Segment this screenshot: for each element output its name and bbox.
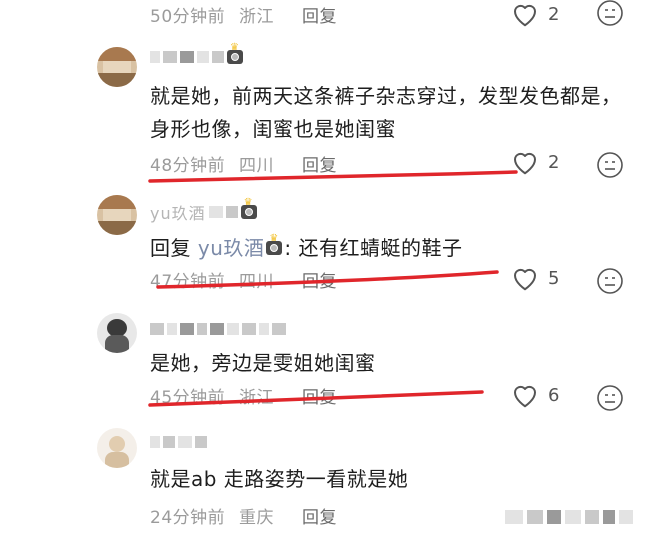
camera-crown-badge-icon: ♛ <box>266 234 283 255</box>
heart-icon <box>514 268 536 291</box>
heart-icon <box>514 385 536 408</box>
username-blurred[interactable]: ♛ <box>150 43 243 68</box>
comment-time: 47分钟前 <box>150 272 226 292</box>
camera-crown-badge-icon: ♛ <box>240 198 257 219</box>
reply-button[interactable]: 回复 <box>302 7 337 27</box>
like-count: 6 <box>548 384 560 406</box>
comment-text: 就是她，前两天这条裤子杂志穿过，发型发色都是，身形也像，闺蜜也是她闺蜜 <box>150 84 622 141</box>
comment-location: 四川 <box>239 156 275 176</box>
watermark-blurred <box>505 505 633 529</box>
avatar[interactable] <box>97 195 137 235</box>
comment-meta: 45分钟前 浙江 回复 <box>150 383 345 408</box>
comment-location: 四川 <box>239 272 275 292</box>
like-count: 2 <box>548 3 560 25</box>
frown-face-icon[interactable] <box>595 266 625 296</box>
username-blurred[interactable] <box>150 431 207 453</box>
comment-meta: 48分钟前 四川 回复 <box>150 151 345 176</box>
comment-time: 50分钟前 <box>150 7 226 27</box>
username-text: yu玖酒 <box>150 204 206 223</box>
comment-location: 浙江 <box>239 7 275 27</box>
frown-face-icon[interactable] <box>595 0 625 28</box>
comment-location: 重庆 <box>239 508 275 528</box>
like-button[interactable]: 2 <box>510 148 559 176</box>
username[interactable]: yu玖酒 ♛ <box>150 198 257 223</box>
reply-mention-link[interactable]: yu玖酒 <box>198 236 265 260</box>
reply-button[interactable]: 回复 <box>302 272 337 292</box>
reply-prefix: 回复 <box>150 236 191 260</box>
comment-location: 浙江 <box>239 388 275 408</box>
avatar[interactable] <box>97 313 137 353</box>
heart-icon <box>514 4 536 27</box>
like-button[interactable]: 5 <box>510 264 559 292</box>
avatar[interactable] <box>97 47 137 87</box>
heart-icon <box>514 152 536 175</box>
reply-button[interactable]: 回复 <box>302 388 337 408</box>
frown-face-icon[interactable] <box>595 150 625 180</box>
comment-meta: 24分钟前 重庆 回复 <box>150 503 345 528</box>
reply-text: 还有红蜻蜓的鞋子 <box>298 236 463 260</box>
reply-colon: : <box>284 236 292 260</box>
comment-time: 45分钟前 <box>150 388 226 408</box>
like-count: 5 <box>548 267 560 289</box>
reply-button[interactable]: 回复 <box>302 156 337 176</box>
avatar[interactable] <box>97 428 137 468</box>
comment-text: 是她，旁边是雯姐她闺蜜 <box>150 351 376 375</box>
reply-button[interactable]: 回复 <box>302 508 337 528</box>
comment-meta: 47分钟前 四川 回复 <box>150 267 345 292</box>
comment-time: 24分钟前 <box>150 508 226 528</box>
like-button[interactable]: 6 <box>510 381 559 409</box>
like-count: 2 <box>548 151 560 173</box>
like-button[interactable]: 2 <box>510 0 559 28</box>
comment-meta: 50分钟前 浙江 回复 <box>150 2 345 27</box>
comment-text: 回复 yu玖酒 ♛: 还有红蜻蜓的鞋子 <box>150 232 462 265</box>
comment-time: 48分钟前 <box>150 156 226 176</box>
camera-crown-badge-icon: ♛ <box>227 43 243 64</box>
frown-face-icon[interactable] <box>595 383 625 413</box>
comment-text: 就是ab 走路姿势一看就是她 <box>150 467 409 491</box>
username-blurred[interactable] <box>150 318 286 340</box>
